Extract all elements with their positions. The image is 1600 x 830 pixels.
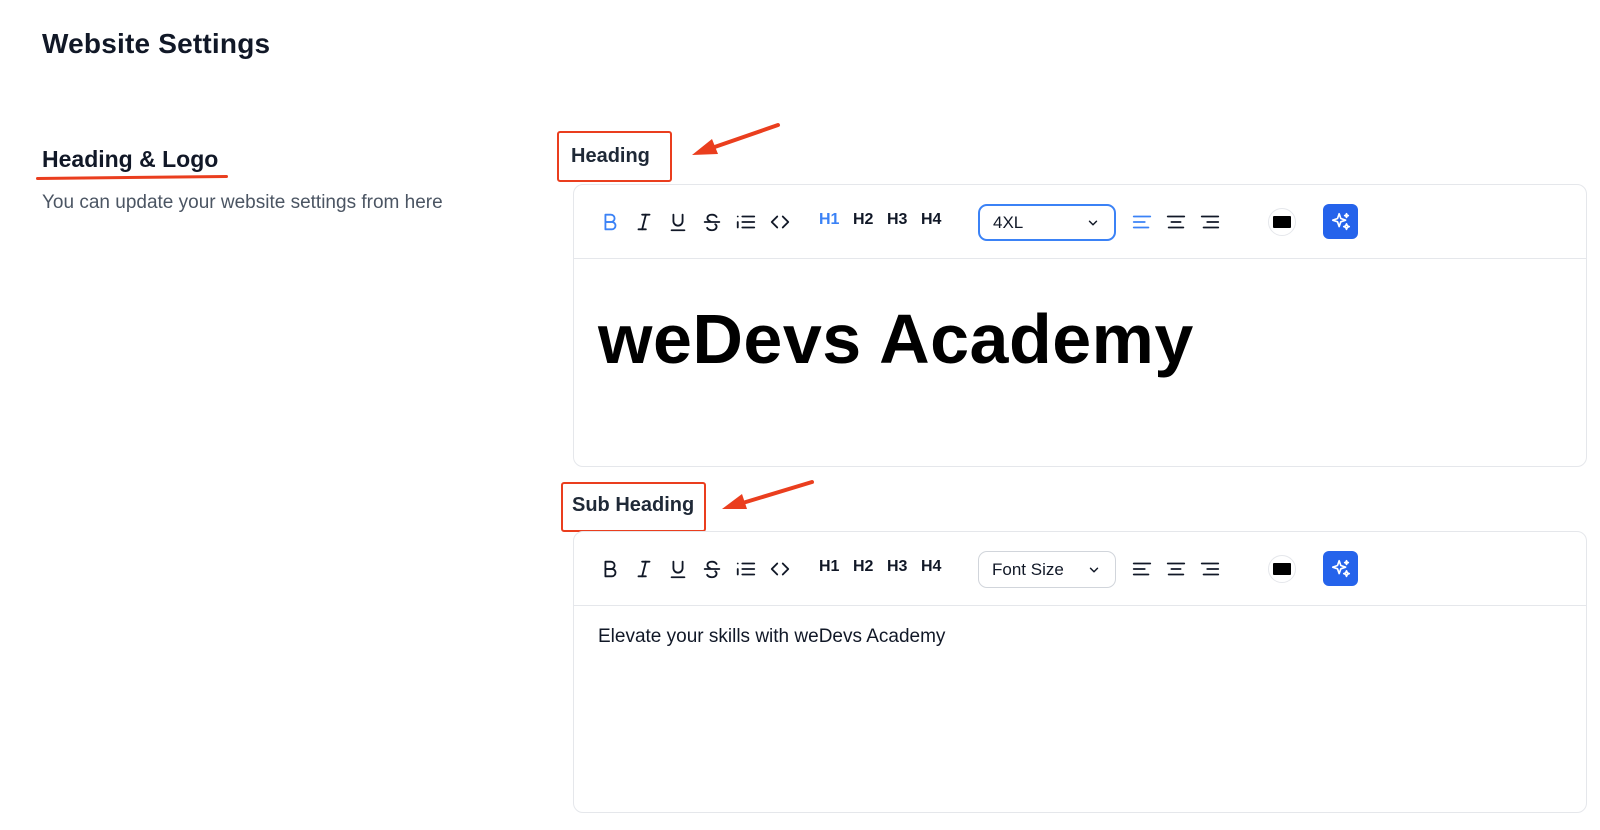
subheading-content[interactable]: Elevate your skills with weDevs Academy [574, 606, 1586, 648]
italic-icon[interactable] [631, 209, 657, 235]
annotation-arrow-icon [692, 123, 780, 155]
list-icon[interactable] [733, 209, 759, 235]
sparkle-icon [1331, 212, 1350, 230]
list-icon[interactable] [733, 556, 759, 582]
text-color-picker[interactable] [1268, 555, 1296, 583]
heading-1-button[interactable]: H1 [819, 558, 839, 576]
subheading-field-label: Sub Heading [572, 494, 695, 516]
heading-content[interactable]: weDevs Academy [574, 259, 1586, 378]
annotation-arrow-icon [722, 480, 814, 509]
heading-2-button[interactable]: H2 [853, 211, 873, 229]
underline-icon[interactable] [665, 556, 691, 582]
align-left-icon[interactable] [1129, 556, 1155, 582]
italic-icon[interactable] [631, 556, 657, 582]
bold-icon[interactable] [597, 556, 623, 582]
align-center-icon[interactable] [1163, 209, 1189, 235]
font-size-select[interactable]: 4XL [978, 204, 1116, 241]
align-center-icon[interactable] [1163, 556, 1189, 582]
heading-editor: H1 H2 H3 H4 4XL weDevs Academy [573, 184, 1587, 467]
heading-2-button[interactable]: H2 [853, 558, 873, 576]
color-swatch-fill [1273, 216, 1291, 228]
heading-3-button[interactable]: H3 [887, 211, 907, 229]
heading-3-button[interactable]: H3 [887, 558, 907, 576]
code-icon[interactable] [767, 556, 793, 582]
subheading-editor: H1 H2 H3 H4 Font Size Elevate your skill… [573, 531, 1587, 813]
chevron-down-icon [1088, 220, 1098, 225]
font-size-select[interactable]: Font Size [978, 551, 1116, 588]
page-title: Website Settings [42, 28, 271, 59]
ai-sparkle-button[interactable] [1323, 204, 1358, 239]
align-right-icon[interactable] [1197, 209, 1223, 235]
ai-sparkle-button[interactable] [1323, 551, 1358, 586]
align-right-icon[interactable] [1197, 556, 1223, 582]
font-size-value: Font Size [992, 559, 1064, 579]
annotation-underline [35, 174, 229, 181]
heading-toolbar: H1 H2 H3 H4 4XL [574, 185, 1586, 259]
heading-field-label: Heading [571, 145, 650, 167]
align-left-icon[interactable] [1129, 209, 1155, 235]
font-size-value: 4XL [993, 212, 1024, 232]
section-description: You can update your website settings fro… [42, 192, 443, 213]
bold-icon[interactable] [597, 209, 623, 235]
code-icon[interactable] [767, 209, 793, 235]
color-swatch-fill [1273, 563, 1291, 575]
sparkle-icon [1331, 559, 1350, 577]
subheading-toolbar: H1 H2 H3 H4 Font Size [574, 532, 1586, 606]
heading-4-button[interactable]: H4 [921, 211, 941, 229]
heading-4-button[interactable]: H4 [921, 558, 941, 576]
heading-1-button[interactable]: H1 [819, 211, 839, 229]
strikethrough-icon[interactable] [699, 209, 725, 235]
strikethrough-icon[interactable] [699, 556, 725, 582]
chevron-down-icon [1089, 567, 1099, 572]
text-color-picker[interactable] [1268, 208, 1296, 236]
section-title: Heading & Logo [42, 146, 219, 172]
underline-icon[interactable] [665, 209, 691, 235]
